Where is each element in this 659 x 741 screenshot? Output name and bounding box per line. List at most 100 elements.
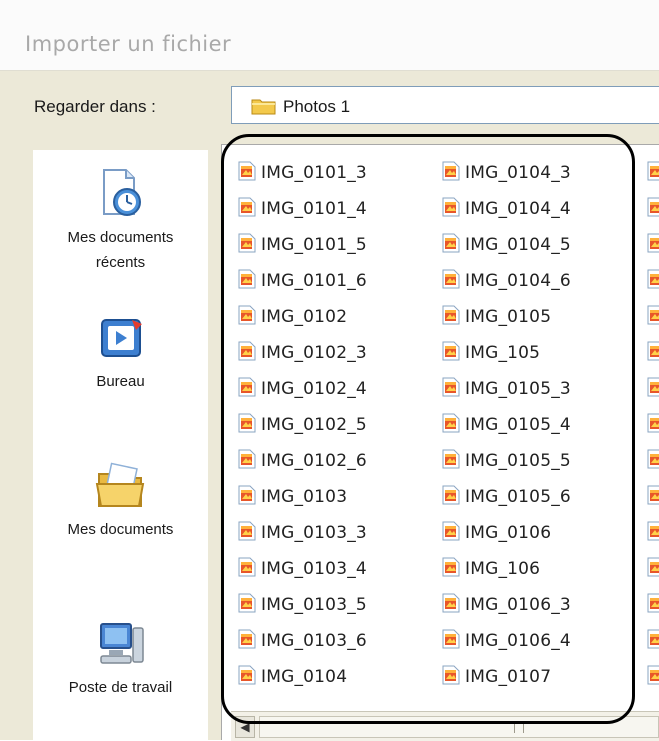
file-name: IMG_0102_3 (261, 343, 367, 363)
image-file-icon (442, 377, 460, 402)
image-file-icon (442, 449, 460, 474)
image-file-icon (442, 413, 460, 438)
dialog-title: Importer un fichier (25, 32, 232, 56)
image-file-icon (647, 485, 659, 510)
file-name: IMG_106 (465, 559, 541, 579)
image-file-icon (238, 449, 256, 474)
title-bar: Importer un fichier (0, 18, 659, 71)
look-in-label: Regarder dans : (34, 97, 156, 116)
file-name: IMG_0103_5 (261, 595, 367, 615)
place-label: Bureau (96, 373, 145, 390)
image-file-icon (238, 197, 256, 222)
image-file-icon (238, 629, 256, 654)
folder-icon (251, 97, 277, 120)
image-file-icon (442, 269, 460, 294)
scrollbar-grip-icon (514, 723, 524, 733)
file-name: IMG_0105_5 (465, 451, 571, 471)
place-label: Mes documents (67, 521, 174, 538)
file-name: IMG_0104 (261, 667, 348, 687)
image-file-icon (442, 629, 460, 654)
image-file-icon (442, 485, 460, 510)
image-file-icon (238, 377, 256, 402)
image-file-icon (647, 377, 659, 402)
recent-documents-icon (33, 166, 208, 223)
desktop-icon (33, 314, 208, 367)
file-name: IMG_0105_6 (465, 487, 571, 507)
place-my-documents[interactable]: Mes documents (33, 462, 208, 544)
places-bar: Mes documents récents Bureau Mes documen… (33, 150, 208, 740)
image-file-icon (442, 557, 460, 582)
file-name: IMG_0104_6 (465, 271, 571, 291)
place-label-line2: récents (95, 254, 146, 271)
image-file-icon (647, 413, 659, 438)
image-file-icon (238, 665, 256, 690)
image-file-icon (238, 593, 256, 618)
file-name: IMG_0107 (465, 667, 552, 687)
file-name: IMG_0102_6 (261, 451, 367, 471)
file-name: IMG_0102 (261, 307, 348, 327)
image-file-icon (238, 161, 256, 186)
image-file-icon (647, 521, 659, 546)
file-name: IMG_0104_4 (465, 199, 571, 219)
image-file-icon (442, 665, 460, 690)
image-file-icon (442, 233, 460, 258)
file-name: IMG_0104_5 (465, 235, 571, 255)
horizontal-scrollbar[interactable]: ◀ (231, 711, 659, 741)
file-name: IMG_0103_3 (261, 523, 367, 543)
file-name: IMG_0101_6 (261, 271, 367, 291)
image-file-icon (647, 593, 659, 618)
file-list[interactable]: IMG_0101_3 IMG_0101_4 IMG_0101_5 IMG_0101_6… (221, 144, 659, 740)
image-file-icon (647, 629, 659, 654)
image-file-icon (238, 269, 256, 294)
file-name: IMG_0105_4 (465, 415, 571, 435)
image-file-icon (442, 521, 460, 546)
scrollbar-thumb[interactable] (259, 716, 659, 738)
image-file-icon (647, 305, 659, 330)
my-computer-icon (33, 618, 208, 673)
file-name: IMG_0106_3 (465, 595, 571, 615)
image-file-icon (238, 233, 256, 258)
image-file-icon (647, 341, 659, 366)
image-file-icon (442, 593, 460, 618)
image-file-icon (647, 161, 659, 186)
file-name: IMG_0103 (261, 487, 348, 507)
file-name: IMG_0102_5 (261, 415, 367, 435)
file-name: IMG_0104_3 (465, 163, 571, 183)
open-file-dialog: Importer un fichier Regarder dans : Phot… (0, 0, 659, 741)
place-label: Poste de travail (68, 679, 173, 696)
image-file-icon (647, 665, 659, 690)
file-name: IMG_0106_4 (465, 631, 571, 651)
image-file-icon (238, 305, 256, 330)
place-recent-documents[interactable]: Mes documents récents (33, 166, 208, 277)
file-name: IMG_0102_4 (261, 379, 367, 399)
image-file-icon (647, 233, 659, 258)
file-name: IMG_0106 (465, 523, 552, 543)
file-name: IMG_0105_3 (465, 379, 571, 399)
file-name: IMG_0101_5 (261, 235, 367, 255)
scroll-left-arrow[interactable]: ◀ (235, 716, 255, 738)
file-name: IMG_0103_6 (261, 631, 367, 651)
image-file-icon (647, 449, 659, 474)
image-file-icon (442, 197, 460, 222)
image-file-icon (238, 341, 256, 366)
image-file-icon (238, 557, 256, 582)
image-file-icon (442, 341, 460, 366)
look-in-combobox[interactable]: Photos 1 (231, 86, 659, 124)
image-file-icon (647, 197, 659, 222)
image-file-icon (238, 485, 256, 510)
image-file-icon (647, 269, 659, 294)
file-name: IMG_0105 (465, 307, 552, 327)
place-desktop[interactable]: Bureau (33, 314, 208, 396)
image-file-icon (238, 413, 256, 438)
file-name: IMG_0101_3 (261, 163, 367, 183)
image-file-icon (442, 305, 460, 330)
image-file-icon (442, 161, 460, 186)
current-folder-name: Photos 1 (283, 97, 351, 116)
top-strip (0, 0, 659, 18)
file-name: IMG_105 (465, 343, 541, 363)
file-name: IMG_0101_4 (261, 199, 367, 219)
image-file-icon (647, 557, 659, 582)
place-my-computer[interactable]: Poste de travail (33, 618, 208, 702)
file-name: IMG_0103_4 (261, 559, 367, 579)
my-documents-icon (33, 462, 208, 515)
